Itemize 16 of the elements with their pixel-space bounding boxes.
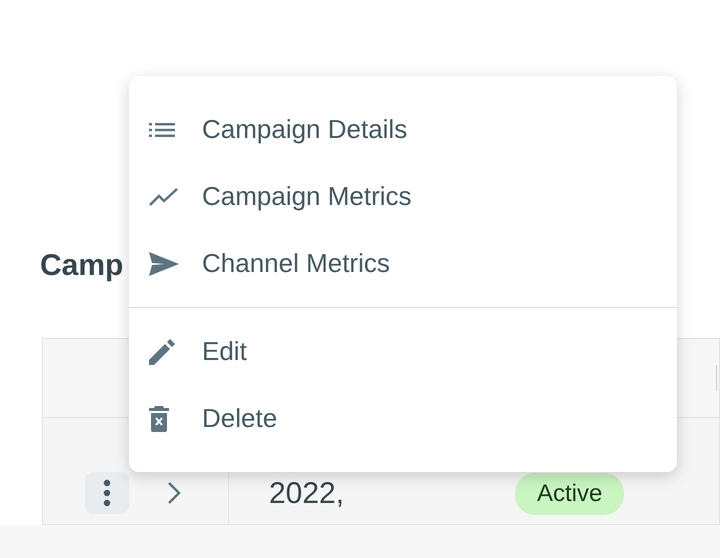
send-icon <box>149 252 179 276</box>
pencil-icon <box>149 338 175 364</box>
status-badge: Active <box>515 473 624 515</box>
expand-chevron-icon[interactable] <box>167 480 181 504</box>
list-icon <box>149 122 177 138</box>
trend-line-icon <box>149 186 179 206</box>
kebab-icon <box>103 478 111 506</box>
menu-item[interactable]: Campaign Metrics <box>129 163 677 230</box>
more-options-button[interactable] <box>85 472 129 514</box>
section-heading: Camp <box>40 248 124 284</box>
menu-item[interactable]: Campaign Details <box>129 96 677 163</box>
menu-item[interactable]: Delete <box>129 385 677 452</box>
trash-icon <box>149 406 169 432</box>
menu-item[interactable]: Edit <box>129 318 677 385</box>
menu-item[interactable]: Channel Metrics <box>129 230 677 297</box>
table-cell: 2022, <box>269 477 344 511</box>
